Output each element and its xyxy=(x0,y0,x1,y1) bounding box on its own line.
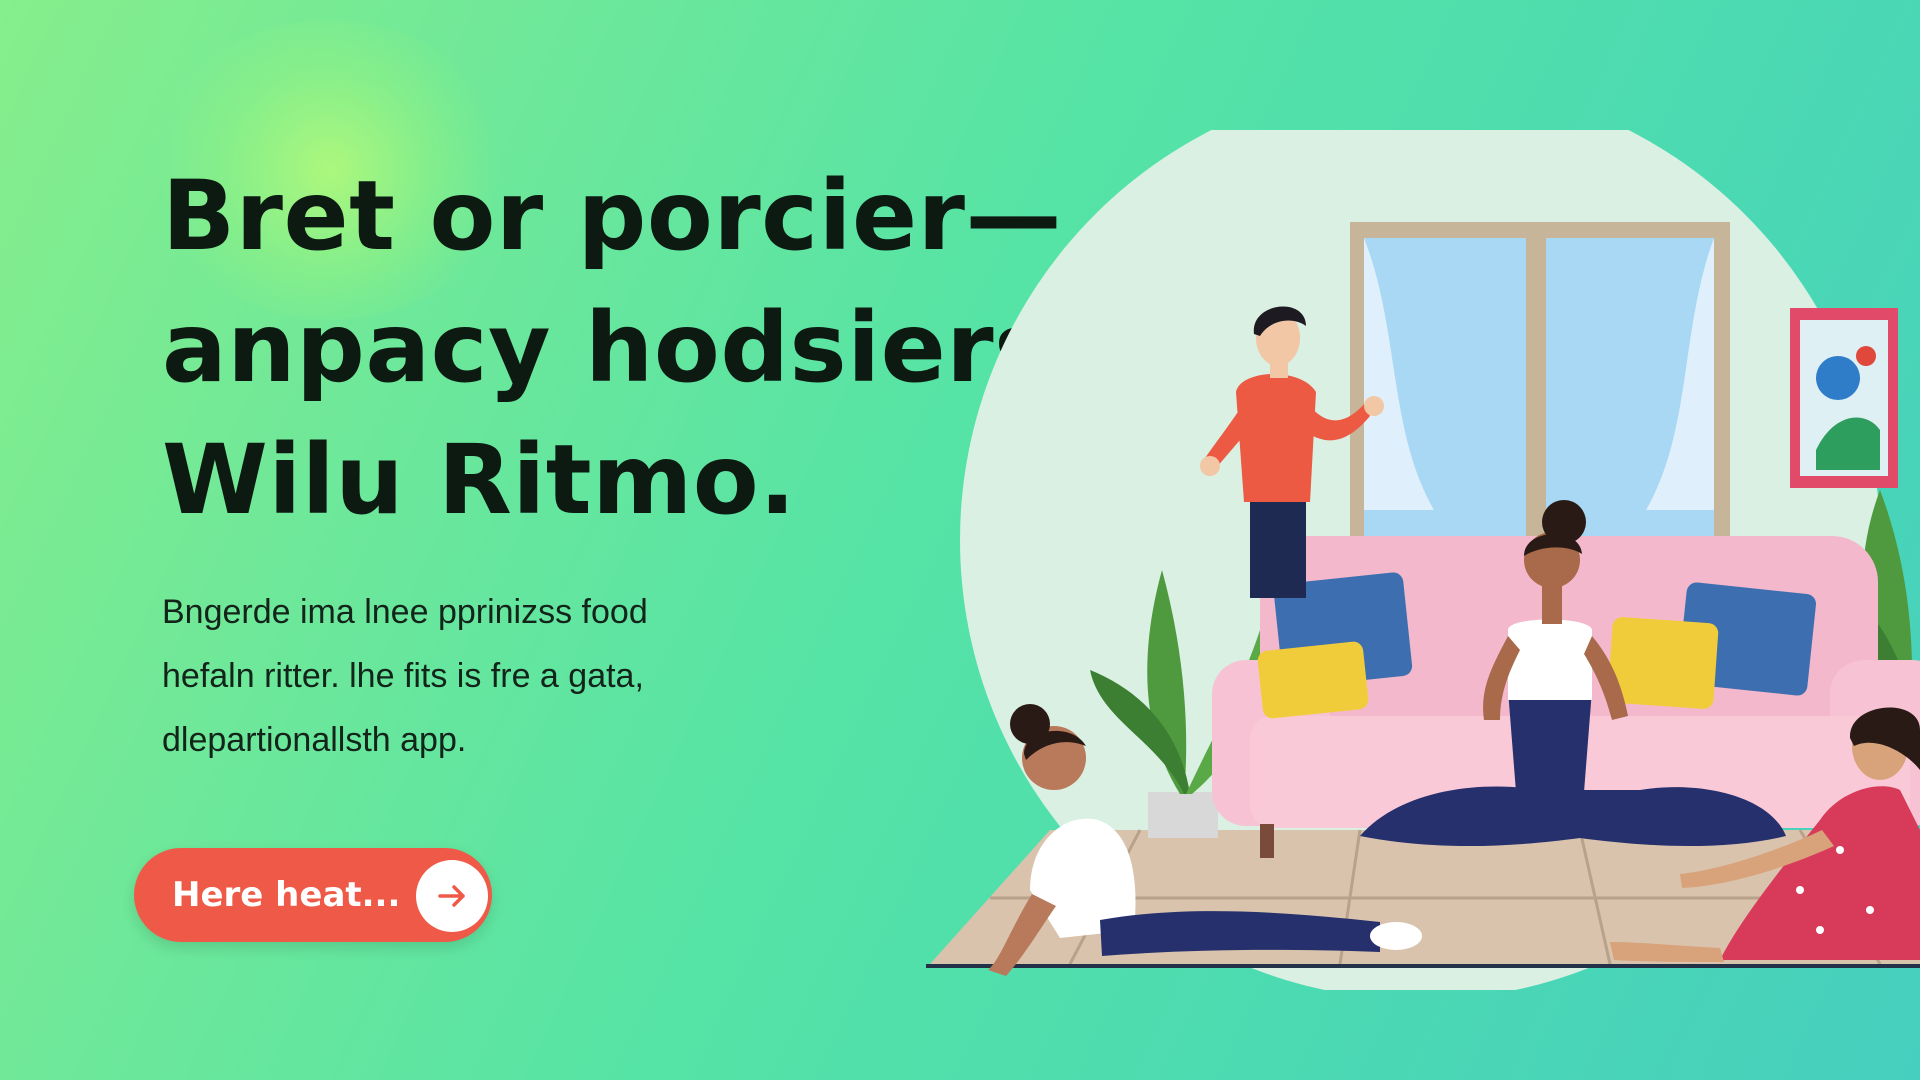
cta-label: Here heat... xyxy=(172,875,401,915)
subtext-line: Bngerde ima lnee pprinizss food xyxy=(162,593,648,631)
subtext-line: dlepartionallsth app. xyxy=(162,721,467,759)
arrow-right-icon xyxy=(416,860,488,932)
wall-picture xyxy=(1790,308,1898,488)
living-room-illustration xyxy=(926,130,1920,990)
hero-subtext: Bngerde ima lnee pprinizss food hefaln r… xyxy=(162,580,862,772)
subtext-line: hefaln ritter. lhe fits is fre a gata, xyxy=(162,657,644,695)
window xyxy=(1350,222,1730,572)
cta-button[interactable]: Here heat... xyxy=(134,848,492,942)
